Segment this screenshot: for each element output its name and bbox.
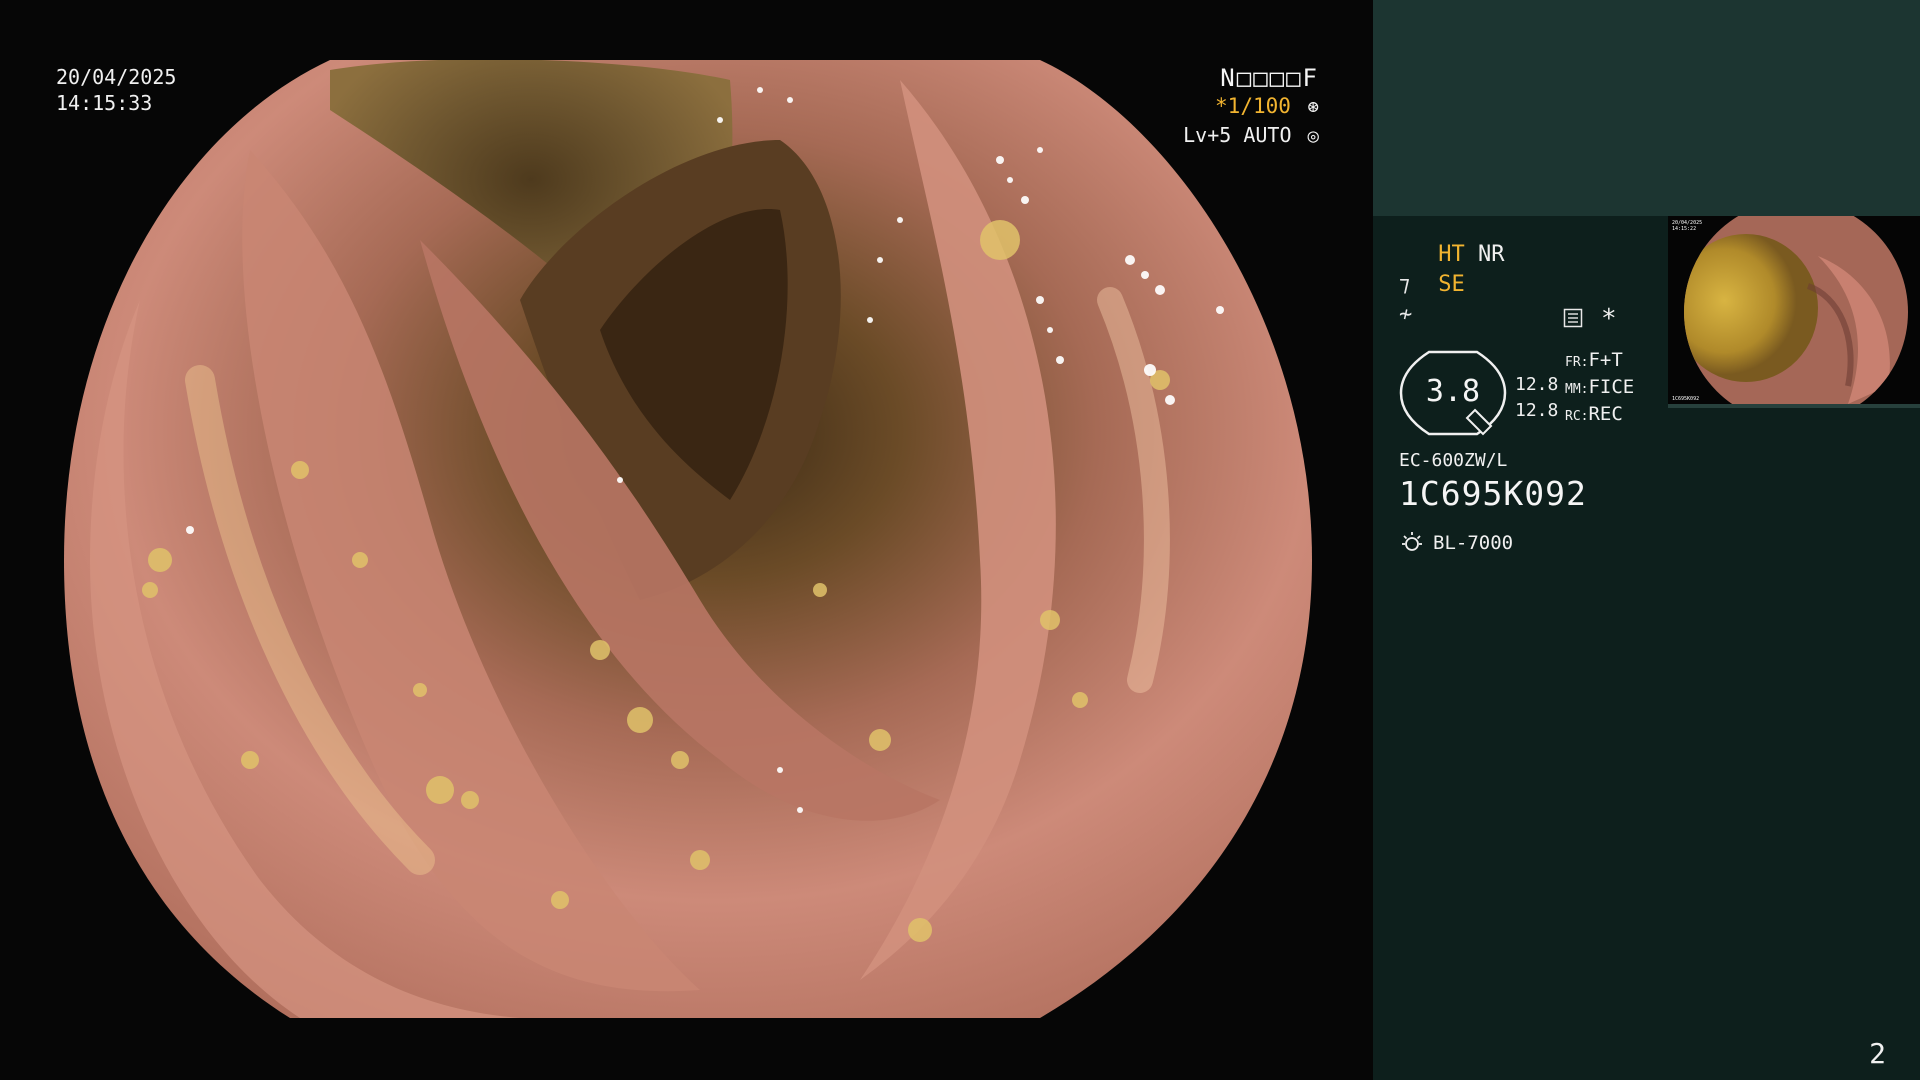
thumbnail-time: 14:15:22 bbox=[1672, 226, 1696, 232]
aperture-icon: ⊛ bbox=[1307, 96, 1319, 118]
thumbnail-image: 20/04/2025 14:15:22 1C695K092 bbox=[1672, 216, 1908, 404]
light-source-label: BL-7000 bbox=[1433, 532, 1514, 554]
processing-params: FR:F+T MM:FICE RC:REC bbox=[1565, 348, 1634, 429]
thumbnail-serial: 1C695K092 bbox=[1672, 396, 1699, 402]
zoom-side-values: 12.8 12.8 bbox=[1515, 372, 1558, 424]
light-bulb-icon bbox=[1402, 532, 1422, 551]
contrast-icon: ≁ bbox=[1399, 302, 1413, 327]
fr-value: F+T bbox=[1588, 349, 1623, 371]
time-text: 14:15:33 bbox=[56, 91, 153, 115]
page-number: 2 bbox=[1869, 1037, 1886, 1070]
video-settings: N□□□□F *1/100 ⊛ Lv+5 AUTO ◎ bbox=[1183, 64, 1319, 150]
zoom-side-top: 12.8 bbox=[1515, 374, 1559, 395]
nr-label: NR bbox=[1478, 242, 1505, 267]
rc-value: REC bbox=[1588, 403, 1623, 425]
zoom-value: 3.8 bbox=[1425, 374, 1481, 409]
fr-key: FR: bbox=[1565, 355, 1589, 370]
light-source: BL-7000 bbox=[1399, 530, 1513, 556]
iris-icon: ◎ bbox=[1307, 125, 1319, 147]
panel-header-band bbox=[1373, 0, 1920, 216]
structure-enhance-icon: ⁊ bbox=[1399, 272, 1410, 297]
zoom-side-bottom: 12.8 bbox=[1515, 400, 1559, 421]
datetime: 20/04/2025 14:15:33 bbox=[56, 64, 176, 116]
date-text: 20/04/2025 bbox=[56, 65, 177, 89]
ht-label: HT bbox=[1438, 242, 1465, 267]
processing-modes: HT NR ⁊ SE ≁ bbox=[1399, 240, 1505, 330]
scope-model: EC-600ZW/L bbox=[1399, 450, 1508, 471]
rc-key: RC: bbox=[1565, 409, 1589, 424]
patient-id: N□□□□F bbox=[1220, 64, 1319, 92]
mm-key: MM: bbox=[1565, 382, 1589, 397]
document-icon bbox=[1563, 308, 1583, 328]
endoscopy-view: 20/04/2025 14:15:33 N□□□□F *1/100 ⊛ Lv+5… bbox=[0, 0, 1373, 1080]
iris-mode: AUTO bbox=[1243, 123, 1292, 147]
se-label: SE bbox=[1438, 272, 1465, 297]
status-panel: HT NR ⁊ SE ≁ * 3.8 12.8 12.8 FR:F+T MM:F… bbox=[1373, 0, 1920, 1080]
captured-thumbnail[interactable]: 20/04/2025 14:15:22 1C695K092 bbox=[1668, 216, 1920, 408]
shutter-speed: *1/100 bbox=[1215, 94, 1291, 118]
endoscopic-image bbox=[64, 60, 1312, 1018]
brightness-level: Lv+5 bbox=[1183, 123, 1232, 147]
mm-value: FICE bbox=[1588, 376, 1635, 398]
asterisk-indicator: * bbox=[1601, 304, 1617, 334]
scope-serial: 1C695K092 bbox=[1399, 474, 1587, 513]
